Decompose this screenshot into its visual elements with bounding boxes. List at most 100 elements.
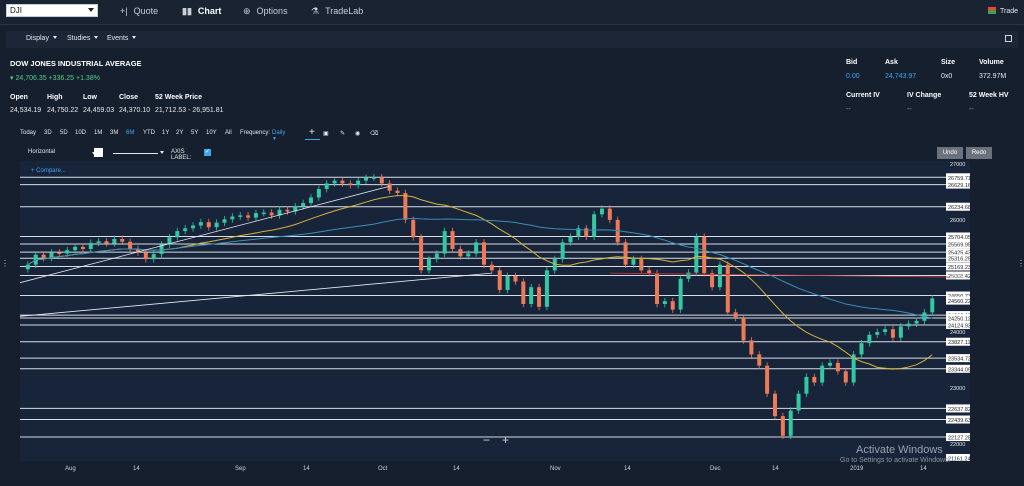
events-menu[interactable]: Events (107, 35, 137, 42)
low-label: Low (83, 94, 97, 101)
current-iv-label: Current IV (846, 92, 880, 99)
redo-button[interactable]: Redo (966, 147, 992, 159)
open-value: 24,534.19 (10, 107, 42, 114)
range-1m[interactable]: 1M (94, 130, 102, 136)
price-chart[interactable]: 26759.7126629.1626234.6825704.0525569.95… (19, 161, 971, 463)
level-label-text: 26629.16 (948, 183, 970, 189)
level-label-text: 25169.23 (948, 265, 970, 271)
y-tick-label: 26000 (950, 218, 965, 224)
candle-up (875, 332, 880, 335)
candle-down (757, 354, 762, 366)
candle-up (796, 393, 801, 411)
range-all[interactable]: All (225, 130, 232, 136)
range-3m[interactable]: 3M (110, 130, 118, 136)
display-menu[interactable]: Display (26, 35, 57, 42)
candle-down (379, 177, 384, 184)
candle-up (930, 298, 935, 313)
left-scroll-icon[interactable]: ⋮ (1, 259, 9, 268)
candle-up (426, 259, 431, 271)
candle-down (450, 231, 455, 250)
range-5d[interactable]: 5D (60, 130, 68, 136)
symbol-value: DJI (10, 6, 22, 15)
low-value: 24,459.03 (83, 107, 115, 114)
candle-down (482, 242, 486, 265)
nav-chart[interactable]: ▮▮ Chart (182, 6, 221, 17)
zoom-in-button[interactable]: + (502, 433, 509, 447)
nav-options[interactable]: ⊕ Options (243, 6, 288, 17)
candle-down (702, 236, 707, 274)
range-5y[interactable]: 5Y (191, 130, 198, 136)
candle-down (419, 237, 424, 271)
volume-value: 372.97M (979, 73, 1007, 80)
chart-area[interactable]: 26759.71 26629.16 26234.68 25704.05 25569.95… (19, 161, 971, 463)
x-tick-label: 14 (772, 466, 779, 472)
nav-tradelab[interactable]: ⚗ TradeLab (311, 6, 363, 17)
range-6m[interactable]: 6M (126, 130, 134, 136)
candle-up (183, 228, 188, 232)
symbol-input[interactable]: DJI (6, 4, 98, 17)
frequency-select[interactable]: Daily ▼ (272, 130, 285, 142)
x-tick-label: 14 (453, 466, 460, 472)
level-label-text: 23344.09 (948, 367, 970, 373)
candle-up (324, 183, 329, 190)
x-tick-label: 14 (624, 466, 631, 472)
candle-down (670, 301, 675, 310)
x-axis-labels: Aug 14 Sep 14 Oct 14 Nov 14 Dec 14 2019 14 (20, 466, 970, 476)
studies-menu[interactable]: Studies (67, 35, 99, 42)
candle-up (529, 287, 534, 304)
candle-down (41, 254, 46, 259)
compare-link[interactable]: + Compare... (31, 168, 66, 174)
candle-down (489, 264, 494, 271)
palette-icon[interactable]: ◉ (355, 130, 360, 137)
candle-up (686, 272, 691, 279)
top-navigation: DJI +| Quote ▮▮ Chart ⊕ Options ⚗ TradeLab T… (0, 0, 1024, 25)
ask-value: 24,743.97 (885, 73, 917, 80)
range-10y[interactable]: 10Y (206, 130, 217, 136)
candle-up (151, 254, 156, 260)
range-1y[interactable]: 1Y (162, 130, 169, 136)
candle-up (788, 410, 793, 436)
undo-button[interactable]: Undo (937, 147, 963, 159)
right-scroll-icon[interactable]: ⋮ (1017, 259, 1024, 268)
line-style-select[interactable] (113, 153, 158, 154)
x-tick-label: 2019 (850, 466, 864, 472)
range-3d[interactable]: 3D (44, 130, 52, 136)
pencil-icon[interactable]: ✎ (340, 130, 345, 137)
range-ytd[interactable]: YTD (143, 130, 155, 136)
candle-up (364, 177, 369, 181)
candle-up (308, 197, 313, 204)
level-label-text: 23827.11 (948, 340, 970, 346)
last-price-line: ▾ 24,706.35 +336.25 +1.38% (10, 75, 100, 82)
range-today[interactable]: Today (20, 130, 36, 136)
trendline (19, 272, 492, 317)
x-tick-label: 14 (920, 466, 927, 472)
range-2y[interactable]: 2Y (176, 130, 183, 136)
line-type-select[interactable]: Horizontal (28, 149, 96, 158)
popout-icon[interactable] (1005, 35, 1012, 42)
candle-up (316, 189, 321, 198)
moving-average-50 (27, 195, 933, 370)
caret-down-icon[interactable] (160, 151, 164, 154)
level-label-text: 21161.24 (948, 457, 970, 462)
zoom-out-button[interactable]: − (483, 433, 490, 447)
candle-up (65, 250, 70, 254)
x-tick-label: Dec (710, 466, 721, 472)
candle-down (655, 273, 660, 304)
open-label: Open (10, 94, 28, 101)
range-10d[interactable]: 10D (75, 130, 86, 136)
candle-up (88, 242, 93, 250)
level-label-text: 26234.68 (948, 205, 970, 211)
candle-up (175, 231, 180, 238)
crosshair-icon[interactable]: + (309, 127, 315, 138)
color-swatch[interactable] (94, 148, 103, 157)
candle-up (222, 219, 227, 223)
trade-button[interactable]: Trade (987, 7, 1018, 15)
comment-icon[interactable]: ▣ (323, 130, 329, 137)
candle-up (73, 246, 78, 251)
eraser-icon[interactable]: ⌫ (370, 130, 378, 137)
nav-quote[interactable]: +| Quote (120, 6, 158, 16)
axis-label-checkbox[interactable]: ✓ (204, 149, 211, 156)
y-tick-label: 23000 (950, 386, 965, 392)
axis-label-text: AXIS LABEL: (171, 149, 192, 161)
chevron-down-icon[interactable] (88, 8, 94, 12)
